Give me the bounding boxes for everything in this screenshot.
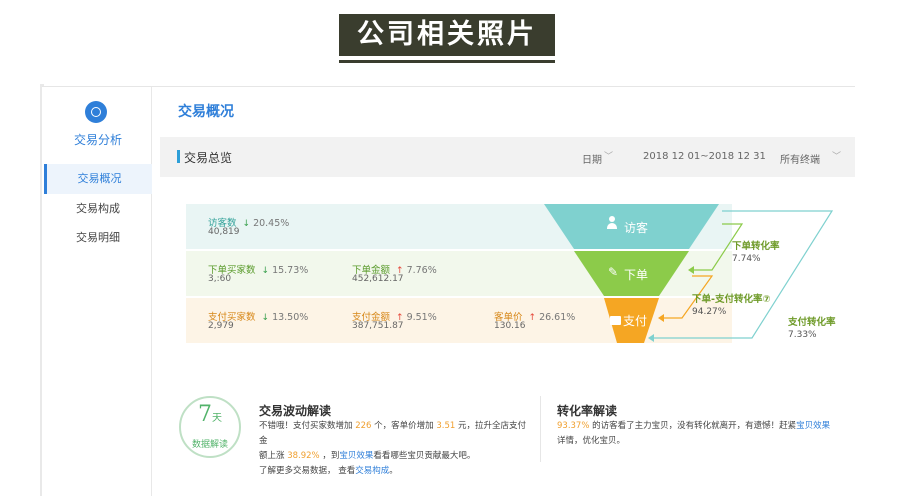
highlight-value: 38.92% — [287, 451, 320, 461]
sidebar-item-details[interactable]: 交易明细 — [44, 223, 152, 253]
funnel-label-payment: 支付 — [623, 314, 648, 328]
date-chevron-down-icon[interactable]: ﹀ — [604, 149, 613, 162]
sidebar-title: 交易分析 — [73, 133, 122, 147]
conversion-reading-title: 转化率解读 — [557, 404, 618, 418]
section-divider — [540, 396, 541, 462]
conversion-name: 支付转化率 — [788, 317, 836, 328]
section-marker — [177, 150, 180, 163]
funnel-label-orders: 下单 — [624, 268, 649, 282]
fluctuation-title: 交易波动解读 — [259, 404, 332, 418]
order-pay-conversion-rate[interactable]: 下单-支付转化率⑦ 94.27% — [692, 291, 771, 317]
conversion-name: 下单转化率 — [732, 241, 780, 252]
conversion-value: 7.33% — [788, 330, 817, 340]
seven-day-badge: 7天 数据解读 — [179, 396, 241, 458]
metric-value: 452,612.17 — [352, 274, 404, 284]
down-arrow-icon: ↓ — [261, 266, 270, 276]
trade-analysis-icon — [85, 101, 107, 123]
badge-number: 7天 — [198, 402, 222, 427]
highlight-value: 93.37% — [557, 421, 590, 431]
metric-visitors: 访客数 ↓ 20.45% 40,819 — [208, 215, 290, 237]
metric-unit-price: 客单价 ↑ 26.61% 130.16 — [494, 309, 576, 331]
highlight-value: 3.51 — [436, 421, 456, 431]
metric-pay-amount: 支付金额 ↑ 9.51% 387,751.87 — [352, 309, 437, 331]
item-effect-link[interactable]: 宝贝效果 — [796, 421, 830, 431]
funnel-label-visitors: 访客 — [624, 221, 649, 235]
metric-value: 40,819 — [208, 227, 240, 237]
fluctuation-text: 不错哦！支付买家数增加 226 个，客单价增加 3.51 元，拉升全店支付金 额… — [259, 421, 527, 476]
overview-title: 交易总览 — [184, 151, 233, 165]
terminal-chevron-down-icon[interactable]: ﹀ — [832, 149, 841, 162]
banner-underline — [339, 60, 555, 63]
metric-value: 3,:60 — [208, 274, 232, 284]
metric-value: 2,979 — [208, 321, 234, 331]
conversion-value: 94.27% — [692, 307, 727, 317]
badge-unit: 天 — [212, 413, 222, 424]
metric-change: 15.73% — [272, 265, 309, 276]
conversion-reading-text: 93.37% 的访客看了主力宝贝，没有转化就离开，有遗憾！赶紧宝贝效果 详情，优… — [557, 421, 831, 446]
order-conversion-rate: 下单转化率 7.74% — [732, 238, 780, 264]
date-dropdown[interactable]: 日期 — [582, 151, 602, 166]
highlight-value: 226 — [355, 421, 372, 431]
wallet-icon — [610, 316, 621, 325]
up-arrow-icon: ↑ — [528, 313, 537, 323]
top-banner: 公司相关照片 — [339, 14, 555, 64]
metric-change: 13.50% — [272, 312, 309, 323]
sidebar-item-overview[interactable]: 交易概况 — [44, 164, 152, 194]
pay-conversion-rate: 支付转化率 7.33% — [788, 314, 836, 340]
metric-order-amount: 下单金额 ↑ 7.76% 452,612.17 — [352, 262, 437, 284]
metric-value: 130.16 — [494, 321, 526, 331]
sidebar-item-composition[interactable]: 交易构成 — [44, 194, 152, 224]
trade-composition-link[interactable]: 交易构成 — [355, 466, 389, 476]
conversion-name: 下单-支付转化率⑦ — [692, 294, 771, 305]
item-effect-link[interactable]: 宝贝效果 — [339, 451, 373, 461]
conversion-value: 7.74% — [732, 254, 761, 264]
gavel-icon: ✎ — [608, 265, 619, 279]
date-range[interactable]: 2018 12 01~2018 12 31 — [643, 151, 766, 162]
metric-pay-buyers: 支付买家数 ↓ 13.50% 2,979 — [208, 309, 309, 331]
metric-change: 7.76% — [406, 265, 437, 276]
metric-change: 9.51% — [406, 312, 437, 323]
sidebar: 交易分析 交易概况 交易构成 交易明细 — [44, 87, 152, 496]
down-arrow-icon: ↓ — [242, 219, 251, 229]
down-arrow-icon: ↓ — [261, 313, 270, 323]
metric-order-buyers: 下单买家数 ↓ 15.73% 3,:60 — [208, 262, 309, 284]
visitor-person-icon — [607, 216, 617, 230]
banner-title: 公司相关照片 — [357, 19, 537, 50]
metric-value: 387,751.87 — [352, 321, 404, 331]
metric-change: 20.45% — [253, 218, 290, 229]
metric-change: 26.61% — [539, 312, 576, 323]
overview-filter-bar: 交易总览 日期 ﹀ 2018 12 01~2018 12 31 所有终端 ﹀ — [160, 137, 855, 177]
page-title: 交易概况 — [178, 104, 234, 120]
terminal-dropdown[interactable]: 所有终端 — [780, 151, 820, 166]
badge-text: 数据解读 — [191, 440, 228, 450]
